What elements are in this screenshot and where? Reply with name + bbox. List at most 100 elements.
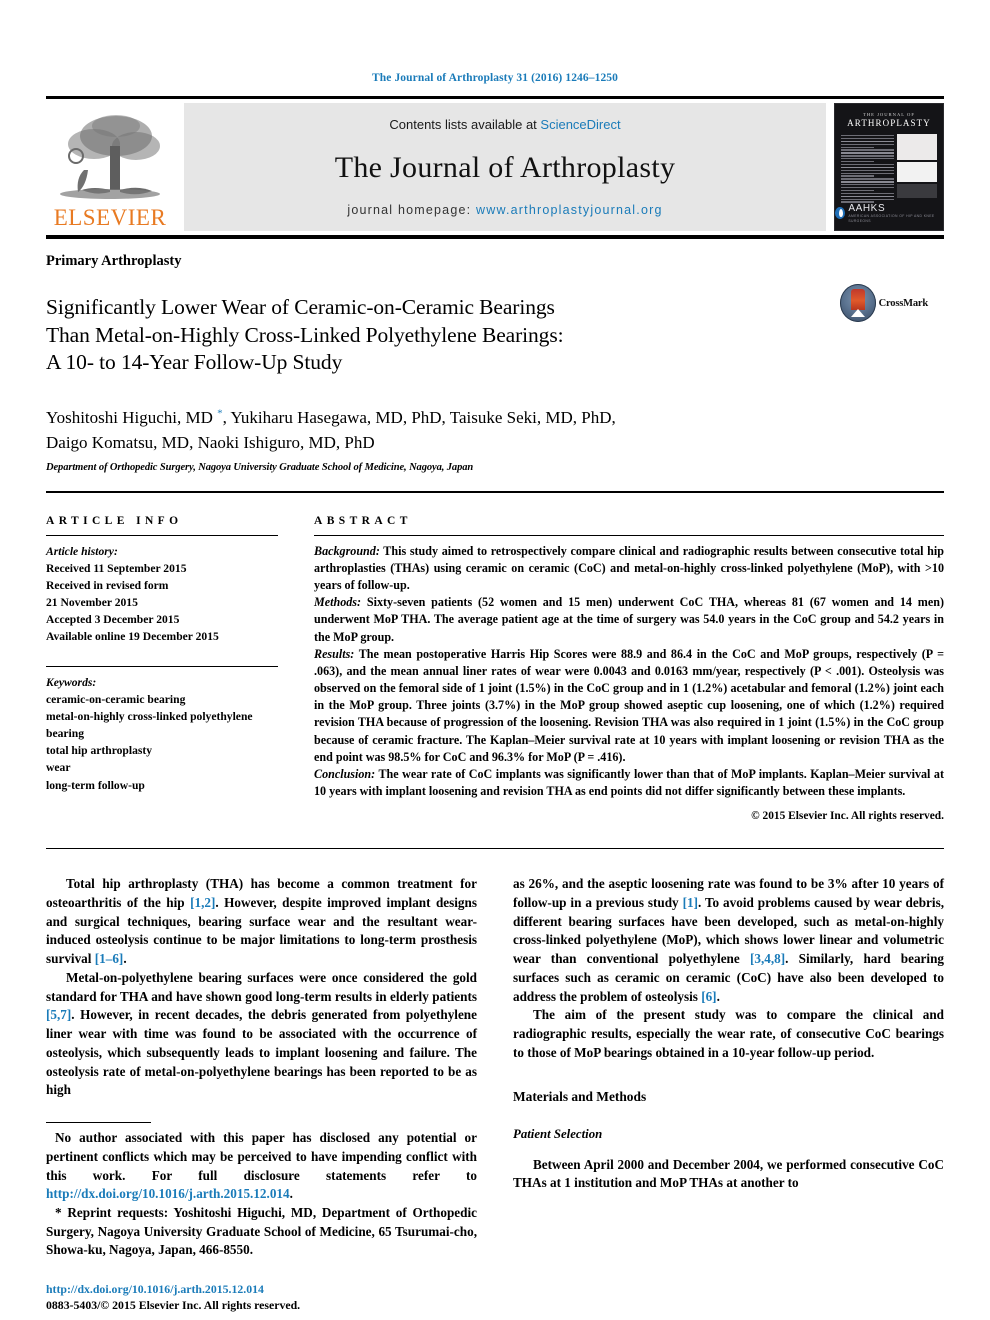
info-top-rule [46,490,944,493]
heading-patient-selection: Patient Selection [513,1126,603,1141]
journal-title: The Journal of Arthroplasty [334,150,676,184]
info-abstract-row: ARTICLE INFO Article history: Received 1… [46,514,944,823]
citation-ref[interactable]: [1] [683,895,698,910]
abstract-conclusion: Conclusion: The wear rate of CoC implant… [314,766,944,800]
citation-ref[interactable]: [5,7] [46,1007,71,1022]
abstract-background: Background: This study aimed to retrospe… [314,543,944,595]
footnote-text: . [289,1186,293,1202]
article-history-item: Received 11 September 2015 [46,561,187,575]
article-info-heading: ARTICLE INFO [46,514,183,527]
abstract-methods-label: Methods: [314,595,362,610]
keyword-item: metal-on-highly cross-linked polyethylen… [46,709,253,723]
heading-materials-and-methods: Materials and Methods [513,1088,647,1104]
sciencedirect-link[interactable]: ScienceDirect [540,117,620,132]
body-paragraph: as 26%, and the aseptic loosening rate w… [513,875,944,1006]
aahks-mark-icon [835,207,846,220]
body-column-left: Total hip arthroplasty (THA) has become … [46,875,477,1313]
article-title: Significantly Lower Wear of Ceramic-on-C… [46,294,564,376]
footnote-reprint: * Reprint requests: Yoshitoshi Higuchi, … [46,1204,477,1260]
abstract-results-text: The mean postoperative Harris Hip Scores… [314,646,944,764]
article-info-column: ARTICLE INFO Article history: Received 1… [46,515,278,823]
masthead-bottom-rule [46,235,944,239]
title-line-2: Than Metal-on-Highly Cross-Linked Polyet… [46,322,564,347]
crossmark-badge[interactable]: CrossMark [839,284,929,322]
title-line-1: Significantly Lower Wear of Ceramic-on-C… [46,295,555,320]
aahks-label: AAHKS AMERICAN ASSOCIATION OF HIP AND KN… [848,203,943,224]
keyword-item: wear [46,761,71,775]
article-info-rule [46,534,278,536]
abstract-heading: ABSTRACT [314,514,412,527]
body-text: Metal-on-polyethylene bearing surfaces w… [46,969,477,1004]
abstract-background-text: This study aimed to retrospectively comp… [314,543,944,593]
section-kicker: Primary Arthroplasty [46,253,182,269]
title-line-3: A 10- to 14-Year Follow-Up Study [46,349,343,374]
abstract-results: Results: The mean postoperative Harris H… [314,646,944,766]
author-list: Yoshitoshi Higuchi, MD *, Yukiharu Haseg… [46,405,944,456]
keyword-item: long-term follow-up [46,778,145,792]
disclosure-doi-link[interactable]: http://dx.doi.org/10.1016/j.arth.2015.12… [46,1186,290,1201]
footnote-rule [46,1122,151,1124]
author-line-2: Daigo Komatsu, MD, Naoki Ishiguro, MD, P… [46,433,375,453]
journal-masthead: ELSEVIER Contents lists available at Sci… [46,103,944,231]
keyword-item: ceramic-on-ceramic bearing [46,692,186,706]
body-paragraph: Total hip arthroplasty (THA) has become … [46,875,477,969]
elsevier-wordmark: ELSEVIER [53,205,167,230]
citation-ref[interactable]: [6] [701,989,716,1004]
journal-cover-thumbnail[interactable]: THE JOURNAL OF ARTHROPLASTY AAHKS AMERIC… [834,103,944,231]
cover-superline: THE JOURNAL OF [863,112,915,117]
keywords-rule [46,665,278,667]
body-paragraph: Metal-on-polyethylene bearing surfaces w… [46,969,477,1100]
abstract-conclusion-text: The wear rate of CoC implants was signif… [314,766,944,799]
contents-prefix: Contents lists available at [389,117,541,132]
crossmark-label: CrossMark [878,297,929,309]
aahks-sublabel: AMERICAN ASSOCIATION OF HIP AND KNEE SUR… [848,213,935,223]
elsevier-tree-icon [54,110,166,206]
article-history-label: Article history: [46,544,118,558]
homepage-prefix: journal homepage: [347,203,476,217]
keyword-item: total hip arthroplasty [46,744,153,758]
journal-homepage-line: journal homepage: www.arthroplastyjourna… [347,203,662,217]
reprint-marker: * [55,1205,68,1220]
cover-title: ARTHROPLASTY [847,118,931,128]
citation-ref[interactable]: [3,4,8] [750,951,785,966]
body-paragraph: The aim of the present study was to comp… [513,1007,944,1060]
cover-figure-thumbs [897,134,937,203]
abstract-conclusion-label: Conclusion: [314,766,376,781]
article-history-item: Accepted 3 December 2015 [46,613,180,627]
abstract-results-label: Results: [314,646,355,661]
title-row: Significantly Lower Wear of Ceramic-on-C… [46,280,944,391]
body-columns: Total hip arthroplasty (THA) has become … [46,875,944,1313]
masthead-top-rule [46,96,944,99]
aahks-logo: AAHKS AMERICAN ASSOCIATION OF HIP AND KN… [835,203,943,224]
footnote-disclosure: No author associated with this paper has… [46,1129,477,1204]
doi-block: http://dx.doi.org/10.1016/j.arth.2015.12… [46,1282,477,1313]
article-doi-link[interactable]: http://dx.doi.org/10.1016/j.arth.2015.12… [46,1282,477,1297]
running-head: The Journal of Arthroplasty 31 (2016) 12… [372,72,618,84]
crossmark-icon [839,284,876,322]
footnote-text: No author associated with this paper has… [46,1130,477,1183]
affiliation: Department of Orthopedic Surgery, Nagoya… [46,461,474,473]
body-column-right: as 26%, and the aseptic loosening rate w… [513,875,944,1313]
journal-homepage-link[interactable]: www.arthroplastyjournal.org [476,203,663,217]
author-line-1: Yoshitoshi Higuchi, MD [46,407,218,427]
body-paragraph: Between April 2000 and December 2004, we… [513,1156,944,1191]
article-history-block: Article history: Received 11 September 2… [46,543,278,646]
body-text: . [716,988,720,1004]
elsevier-logo: ELSEVIER [46,103,174,231]
keywords-label: Keywords: [46,675,97,689]
abstract-body: Background: This study aimed to retrospe… [314,543,944,801]
issn-copyright-line: 0883-5403/© 2015 Elsevier Inc. All right… [46,1298,301,1313]
article-page: The Journal of Arthroplasty 31 (2016) 12… [0,0,990,1320]
abstract-background-label: Background: [314,543,380,558]
citation-ref[interactable]: [1,2] [190,895,215,910]
abstract-methods: Methods: Sixty-seven patients (52 women … [314,594,944,646]
footnote-text: Reprint requests: Yoshitoshi Higuchi, MD… [46,1205,477,1258]
abstract-bottom-rule [46,848,944,850]
abstract-methods-text: Sixty-seven patients (52 women and 15 me… [314,595,944,644]
footnotes: No author associated with this paper has… [46,1122,477,1313]
body-text: . However, in recent decades, the debris… [46,1007,477,1098]
author-line-1-rest: , Yukiharu Hasegawa, MD, PhD, Taisuke Se… [222,407,616,427]
cover-body [841,134,937,203]
article-history-item: Received in revised form [46,578,169,592]
citation-ref[interactable]: [1–6] [95,951,124,966]
